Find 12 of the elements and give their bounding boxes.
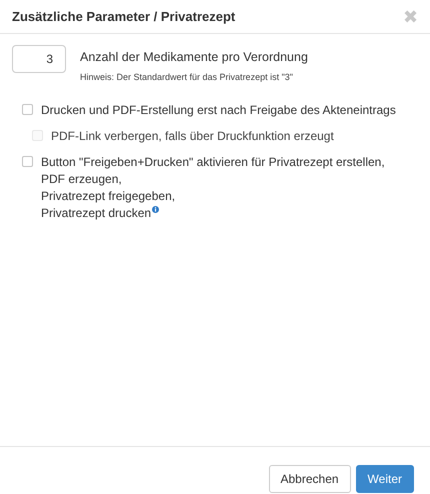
hint-text: Hinweis: Der Standardwert für das Privatrezept ist "3" [80,70,294,84]
continue-button[interactable]: Weiter [356,465,414,493]
option-label: PDF-Link verbergen, falls über Druckfunktion erzeugt [51,128,334,146]
info-icon[interactable] [152,206,160,214]
option-label: Button "Freigeben+Drucken" aktivieren für Privatrezept erstellen, PDF erzeugen, Privatrezept freigegeben, Privatrezept drucken [41,154,385,222]
count-label: Anzahl der Medikamente pro Verordnung [80,49,308,66]
cancel-button[interactable]: Abbrechen [268,465,351,493]
option-label: Drucken und PDF-Erstellung erst nach Freigabe des Akteneintrags [41,102,396,120]
checkbox[interactable] [22,104,33,116]
checkbox[interactable] [22,156,33,168]
dialog-title: Zusätzliche Parameter / Privatrezept [12,8,236,26]
count-input[interactable]: 3 [12,45,66,73]
